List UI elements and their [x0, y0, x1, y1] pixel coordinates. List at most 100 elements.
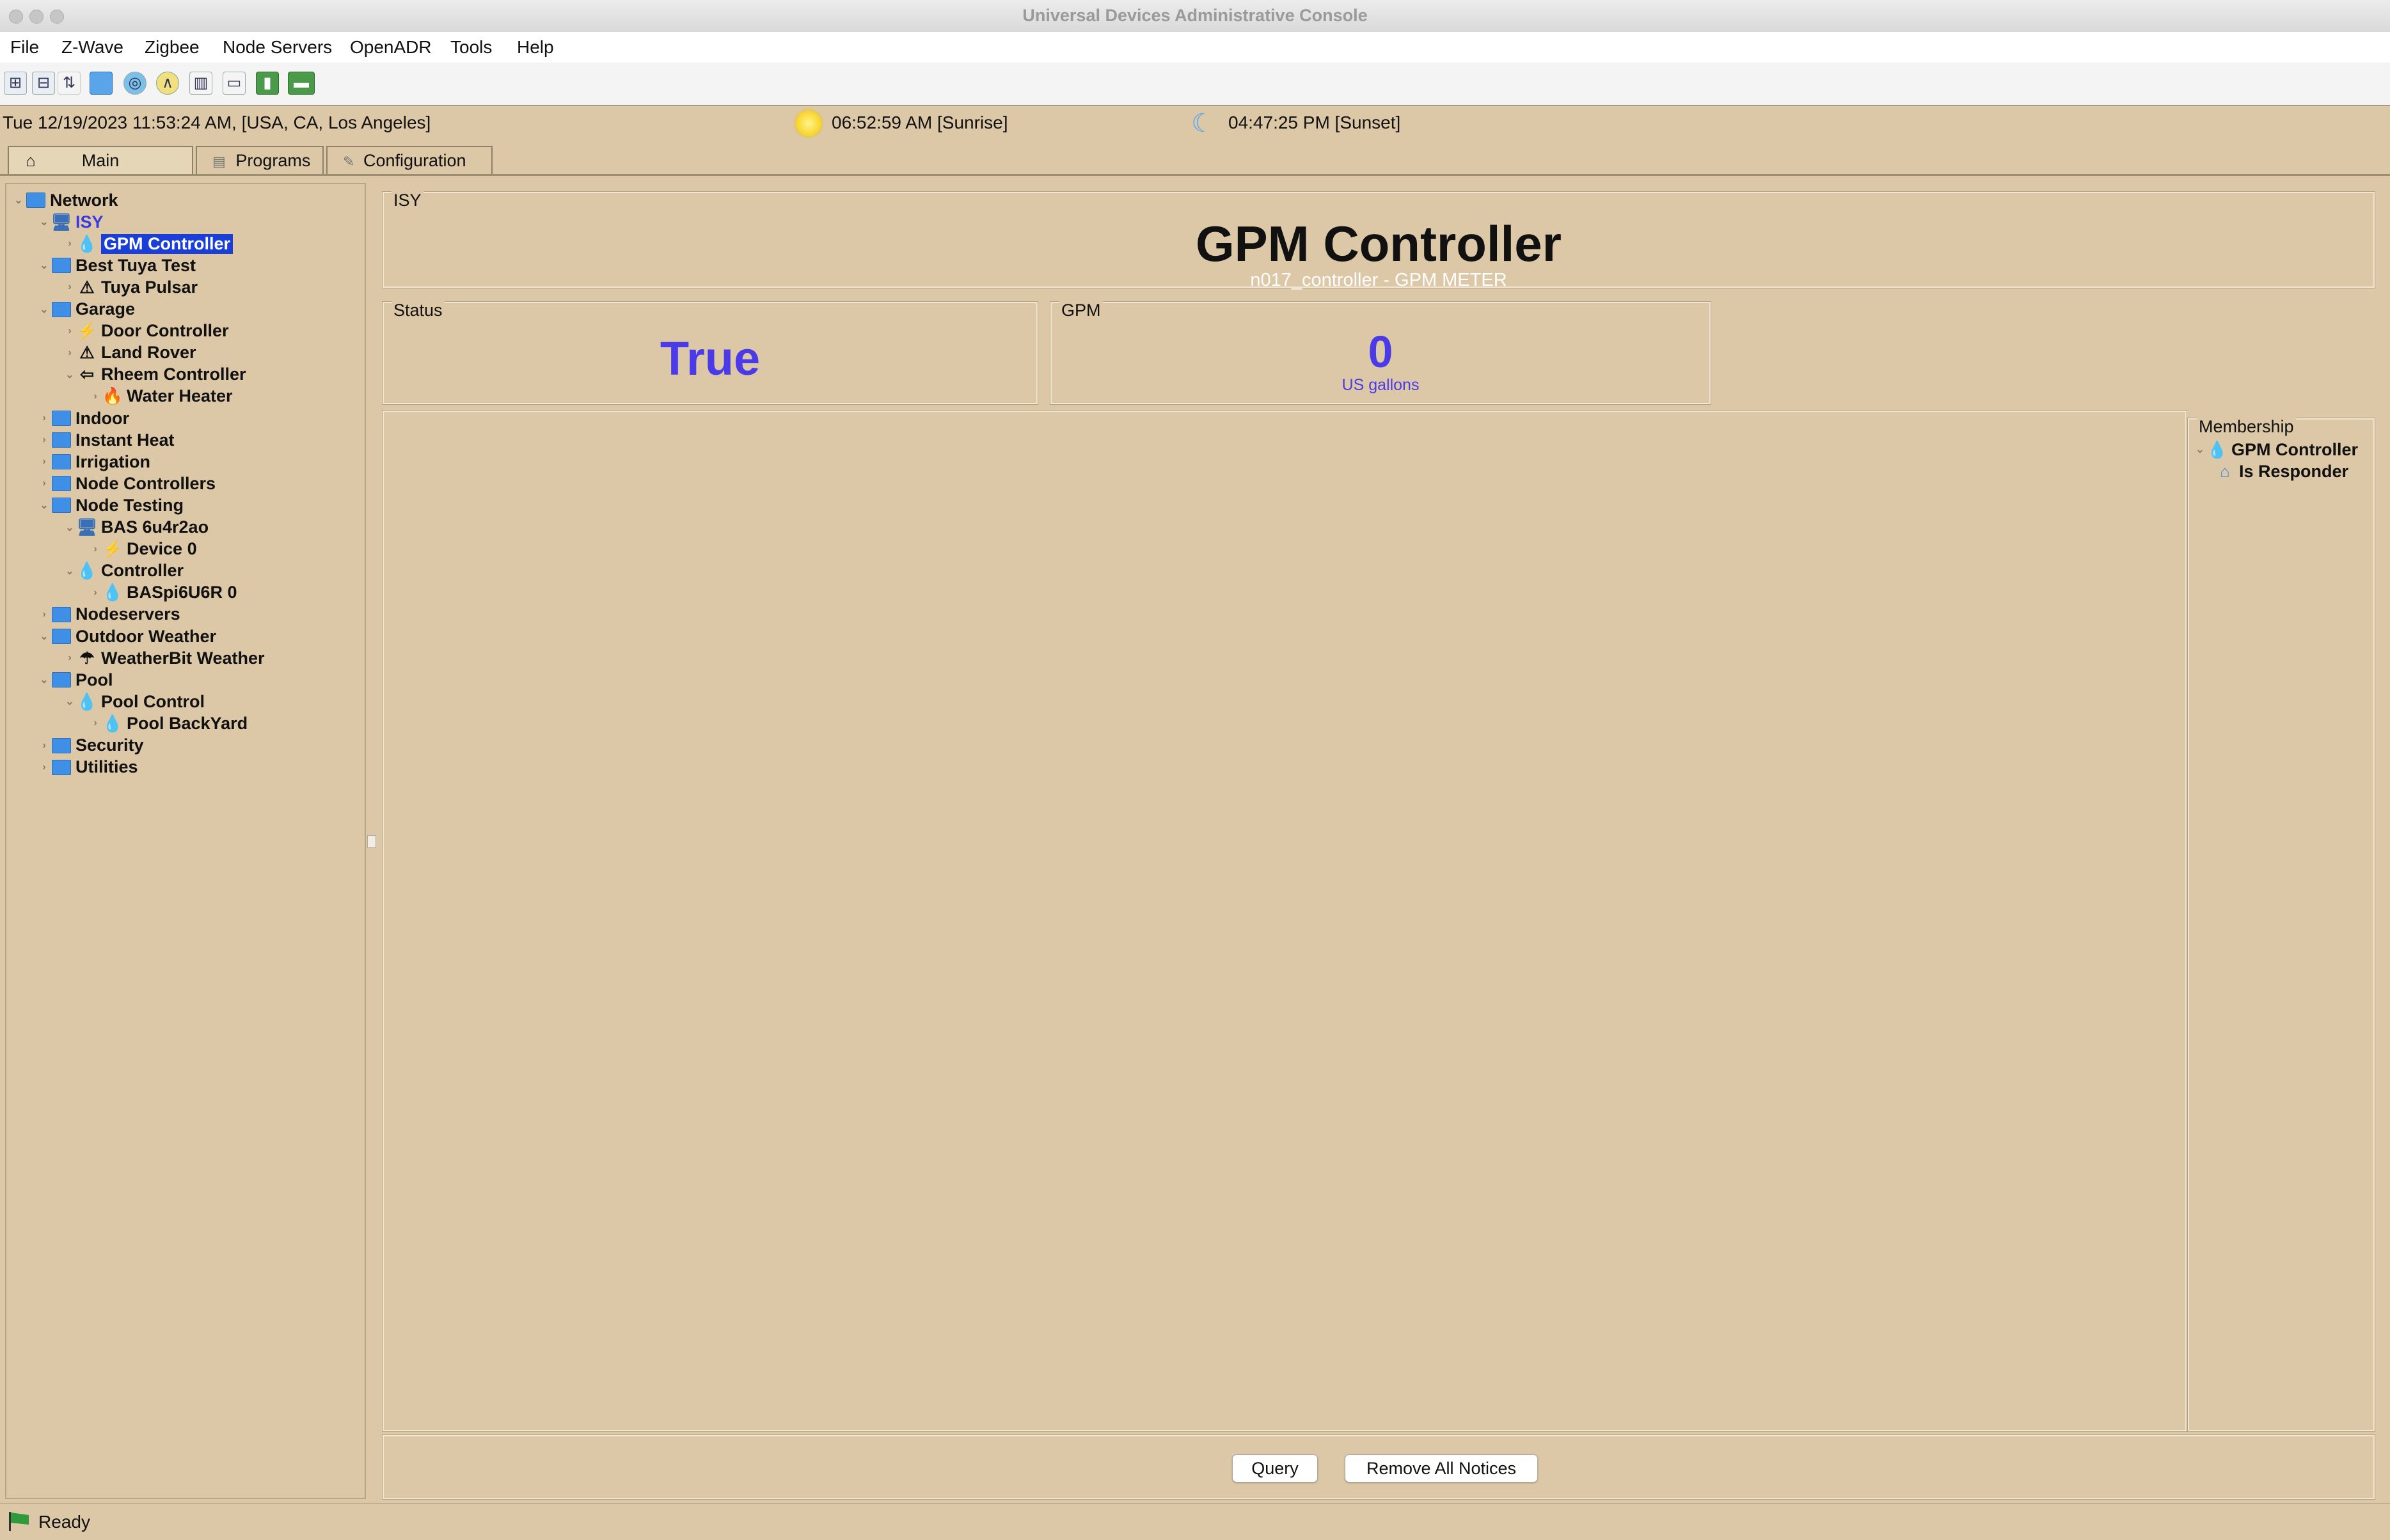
tree-node[interactable]: › ⚠ Land Rover	[63, 342, 196, 364]
tree-node[interactable]: › ☂ WeatherBit Weather	[63, 647, 264, 669]
node-detail-panel: ISY GPM Controller n017_controller - GPM…	[377, 183, 2381, 1500]
tab-configuration[interactable]: ✎ Configuration	[326, 146, 493, 174]
tree-node[interactable]: › Indoor	[37, 407, 129, 429]
tree-node[interactable]: › Irrigation	[37, 451, 150, 473]
chevron-down-icon[interactable]: ⌄	[37, 673, 51, 686]
bolt-icon: ⚡	[102, 539, 123, 559]
tree-node[interactable]: › Instant Heat	[37, 429, 174, 451]
window-icon[interactable]: ▭	[223, 72, 246, 95]
expand-all-icon[interactable]: ⊞	[4, 72, 27, 95]
chevron-right-icon[interactable]: ›	[37, 478, 51, 489]
network-icon[interactable]: ◎	[123, 72, 146, 95]
chevron-down-icon[interactable]: ⌄	[63, 565, 77, 578]
tree-node[interactable]: ⌄ 🖥 ISY	[37, 211, 103, 233]
menu-openadr[interactable]: OpenADR	[350, 37, 432, 58]
sunset-time: 04:47:25 PM [Sunset]	[1228, 113, 1401, 132]
menu-file[interactable]: File	[10, 37, 39, 58]
tree-node[interactable]: ⌄ 💧 Pool Control	[63, 691, 205, 712]
tree-node[interactable]: ⌄ Pool	[37, 669, 113, 691]
tree-node[interactable]: › Node Controllers	[37, 473, 216, 494]
tree-node[interactable]: ⌄ 🖥 BAS 6u4r2ao	[63, 517, 209, 538]
scene-icon[interactable]: ∧	[156, 72, 179, 95]
tree-node-label: GPM Controller	[101, 233, 233, 254]
menu-node-servers[interactable]: Node Servers	[223, 37, 332, 58]
chevron-right-icon[interactable]: ›	[88, 718, 102, 729]
chevron-right-icon[interactable]: ›	[37, 412, 51, 424]
tree-node[interactable]: › 💧 Pool BackYard	[88, 712, 248, 734]
tree-node-label: Tuya Pulsar	[101, 277, 198, 297]
tree-node[interactable]: ⌄ Best Tuya Test	[37, 255, 196, 276]
tree-node[interactable]: › 💧 GPM Controller	[63, 233, 233, 255]
chevron-down-icon[interactable]: ⌄	[37, 216, 51, 228]
membership-item[interactable]: ⌄ 💧 GPM Controller	[2193, 439, 2358, 460]
arrow-icon: ⇦	[80, 365, 94, 384]
menu-zigbee[interactable]: Zigbee	[145, 37, 200, 58]
chevron-right-icon[interactable]: ›	[63, 347, 77, 359]
tree-node[interactable]: › 🔥 Water Heater	[88, 386, 233, 407]
menu-tools[interactable]: Tools	[450, 37, 492, 58]
collapse-all-icon[interactable]: ⊟	[32, 72, 55, 95]
chevron-right-icon[interactable]: ›	[37, 609, 51, 620]
chart-icon[interactable]: ▥	[189, 72, 212, 95]
chevron-right-icon[interactable]: ›	[37, 434, 51, 446]
chevron-down-icon[interactable]: ⌄	[12, 194, 26, 207]
battery-icon[interactable]: ▮	[256, 72, 279, 95]
membership-item-label: GPM Controller	[2231, 439, 2359, 459]
tree-node[interactable]: ⌄ Garage	[37, 299, 135, 320]
tree-node[interactable]: ⌄ Network	[12, 189, 118, 211]
folder-icon[interactable]	[90, 72, 113, 95]
tree-node-label: Node Controllers	[75, 473, 216, 493]
flame-icon: 🔥	[102, 386, 123, 406]
tab-main[interactable]: ⌂ Main	[8, 146, 193, 174]
tree-node[interactable]: ⌄ Node Testing	[37, 494, 184, 516]
chevron-right-icon[interactable]: ›	[63, 652, 77, 664]
query-button[interactable]: Query	[1232, 1454, 1318, 1482]
tree-node[interactable]: › ⚠ Tuya Pulsar	[63, 276, 198, 298]
tree-node[interactable]: › ⚡ Device 0	[88, 538, 196, 560]
chevron-right-icon[interactable]: ›	[37, 456, 51, 468]
chevron-down-icon[interactable]: ⌄	[63, 521, 77, 534]
chevron-right-icon[interactable]: ›	[88, 544, 102, 555]
chevron-right-icon[interactable]: ›	[88, 587, 102, 599]
tree-node-label: Water Heater	[127, 386, 233, 406]
tree-node[interactable]: › 💧 BASpi6U6R 0	[88, 582, 237, 604]
title-bar: Universal Devices Administrative Console	[0, 0, 2390, 33]
chevron-right-icon[interactable]: ›	[37, 762, 51, 773]
card-icon[interactable]: ▬	[288, 72, 315, 95]
tree-node[interactable]: ⌄ Outdoor Weather	[37, 625, 216, 647]
house-icon: ⌂	[2220, 461, 2230, 481]
chevron-right-icon[interactable]: ›	[63, 238, 77, 249]
notices-area	[382, 410, 2187, 1432]
chevron-right-icon[interactable]: ›	[88, 391, 102, 402]
chevron-down-icon[interactable]: ⌄	[37, 499, 51, 512]
membership-item[interactable]: ⌂ Is Responder	[2215, 460, 2381, 482]
folder-icon	[51, 256, 72, 275]
chevron-right-icon[interactable]: ›	[63, 326, 77, 337]
tab-programs[interactable]: ▤ Programs	[196, 146, 324, 174]
tree-node[interactable]: › Utilities	[37, 757, 138, 778]
remove-all-notices-button[interactable]: Remove All Notices	[1345, 1454, 1538, 1482]
chevron-right-icon[interactable]: ›	[37, 740, 51, 751]
tree-node-label: BAS 6u4r2ao	[101, 517, 209, 537]
sort-icon[interactable]: ⇅	[58, 72, 81, 95]
node-title: GPM Controller	[1195, 216, 1562, 272]
chevron-down-icon[interactable]: ⌄	[37, 630, 51, 643]
menu-help[interactable]: Help	[517, 37, 554, 58]
tree-node[interactable]: › Nodeservers	[37, 604, 180, 625]
tree-node[interactable]: ⌄ ⇦ Rheem Controller	[63, 364, 246, 386]
chevron-down-icon[interactable]: ⌄	[37, 303, 51, 316]
chevron-down-icon[interactable]: ⌄	[63, 368, 77, 381]
tree-node-label: Controller	[101, 561, 184, 581]
chevron-down-icon[interactable]: ⌄	[37, 259, 51, 272]
splitter-handle[interactable]	[367, 835, 376, 848]
chevron-right-icon[interactable]: ›	[63, 281, 77, 293]
action-bar: Query Remove All Notices	[382, 1434, 2375, 1500]
status-box: Status True	[382, 301, 1038, 405]
menu-zwave[interactable]: Z-Wave	[61, 37, 123, 58]
tab-programs-label: Programs	[235, 151, 311, 170]
chevron-down-icon[interactable]: ⌄	[63, 695, 77, 708]
tree-node[interactable]: ⌄ 💧 Controller	[63, 560, 184, 582]
folder-icon	[51, 670, 72, 689]
tree-node[interactable]: › Security	[37, 735, 143, 757]
tree-node[interactable]: › ⚡ Door Controller	[63, 320, 228, 342]
